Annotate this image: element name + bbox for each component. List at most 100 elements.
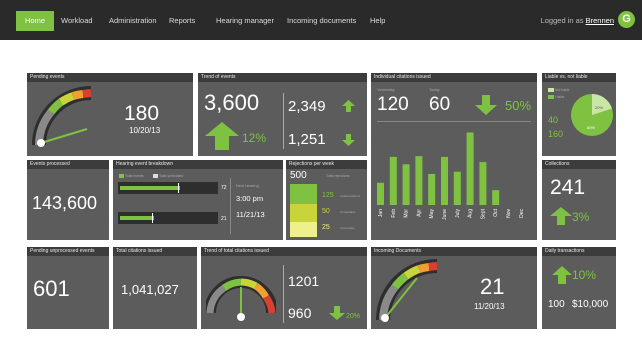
daily-value-b: $10,000 — [572, 299, 609, 310]
divider — [230, 178, 231, 234]
panel-title: Trend of total citations issued — [201, 247, 367, 256]
hearing-time: 3:00 pm — [236, 194, 264, 203]
arrow-up-icon — [552, 266, 572, 284]
trend-events-value: 3,600 — [204, 90, 260, 115]
hearing-bar-track-2 — [118, 212, 218, 224]
collections-change: 3% — [572, 210, 590, 224]
hearing-next-label: Next hearing — [236, 183, 259, 188]
trend-total-value-a: 1201 — [288, 273, 320, 289]
rejections-level-3-label: Incomplete — [340, 226, 355, 230]
rejections-level-3 — [290, 222, 317, 237]
nav-hearing-manager[interactable]: Hearing manager — [216, 16, 274, 25]
hearing-bar1-value: 72 — [221, 185, 227, 191]
panel-title: Liable vs. not liable — [542, 73, 616, 82]
hearing-bar-track-1 — [118, 182, 218, 194]
bar-oct — [492, 190, 500, 205]
rejections-max: 500 — [290, 170, 307, 181]
rejections-level-1-label: Invalid address — [340, 194, 361, 198]
trend-events-value-a: 2,349 — [288, 98, 326, 115]
citations-value-a: 120 — [377, 94, 409, 115]
divider — [283, 265, 284, 323]
legend-swatch-a — [548, 88, 554, 92]
rejections-level-2-label: Unreadable — [340, 210, 356, 214]
pie-label-b: 80% — [587, 125, 595, 130]
month-label-jan: Jan — [378, 209, 384, 217]
trend-total-panel: Trend of total citations issued 1201 960… — [201, 247, 367, 329]
month-label-feb: Feb — [391, 209, 397, 218]
hearing-legend-b: Total scheduled — [159, 174, 184, 178]
rejections-panel: Rejections per week 500 Total rejections… — [286, 160, 367, 240]
rejections-level-2-value: 50 — [322, 208, 330, 215]
rejections-level-1 — [290, 184, 317, 204]
month-label-apr: Apr — [416, 209, 422, 217]
month-label-july: July — [455, 209, 461, 218]
bar-mar — [402, 164, 410, 205]
panel-title: Incoming Documents — [371, 247, 537, 256]
liable-value-a: 40 — [548, 115, 559, 125]
panel-title: Daily transactions — [542, 247, 616, 256]
liable-pie-chart: 20% 80% — [571, 94, 613, 136]
month-label-june: June — [442, 209, 448, 220]
panel-title: Hearing event breakdown — [113, 160, 283, 169]
panel-title: Total citations issued — [113, 247, 197, 256]
trend-events-value-b: 1,251 — [288, 131, 326, 148]
month-label-oct: Oct — [493, 208, 499, 216]
logo-icon: G — [618, 11, 635, 28]
bar-feb — [389, 156, 397, 205]
incoming-value: 21 — [480, 274, 505, 299]
nav-administration[interactable]: Administration — [109, 16, 157, 25]
nav-home[interactable]: Home — [16, 11, 55, 31]
total-citations-value: 1,041,027 — [121, 282, 179, 297]
hearing-date: 11/21/13 — [236, 210, 265, 219]
pending-events-value: 180 — [124, 102, 160, 125]
month-label-may: May — [429, 209, 435, 219]
nav-help[interactable]: Help — [370, 16, 385, 25]
panel-title: Rejections per week — [286, 160, 367, 169]
nav-incoming-documents[interactable]: Incoming documents — [287, 16, 356, 25]
hearing-bar-2 — [120, 216, 154, 220]
liable-value-b: 160 — [548, 129, 564, 139]
logged-in-label: Logged in as — [540, 16, 584, 25]
hearing-panel: Hearing event breakdown Total events Tot… — [113, 160, 283, 240]
nav-reports[interactable]: Reports — [169, 16, 195, 25]
daily-panel: Daily transactions 10% 100 $10,000 — [542, 247, 616, 329]
rejections-max-label: Total rejections — [326, 174, 350, 178]
bar-june — [441, 156, 448, 205]
hearing-marker-2 — [152, 213, 153, 223]
top-nav: Home Workload Administration Reports Hea… — [0, 0, 642, 40]
divider — [283, 93, 284, 149]
rejections-stack — [290, 184, 317, 237]
rejections-level-1-value: 125 — [322, 192, 334, 199]
pending-events-gauge — [32, 86, 92, 147]
liable-panel: Liable vs. not liable Not liable Liable … — [542, 73, 616, 156]
hearing-bar2-value: 21 — [221, 216, 227, 222]
daily-change: 10% — [572, 268, 597, 282]
trend-total-value-b: 960 — [288, 305, 312, 321]
trend-events-panel: Trend of events 3,600 12% 2,349 1,251 — [198, 73, 367, 156]
month-label-nov: Nov — [506, 209, 512, 218]
events-processed-value: 143,600 — [32, 193, 98, 213]
trend-total-change: 20% — [346, 313, 361, 320]
arrow-down-icon — [329, 306, 345, 320]
pie-label-a: 20% — [595, 105, 603, 110]
pending-unprocessed-panel: Pending unprocessed events 601 — [27, 247, 109, 329]
bar-july — [453, 171, 461, 205]
hearing-marker-1 — [178, 183, 179, 193]
liable-legend-a: Not liable — [555, 88, 570, 92]
pending-events-panel: Pending events 180 10/20/13 — [27, 73, 193, 156]
month-label-sept: Sept — [480, 208, 486, 219]
hearing-bar-1 — [120, 186, 180, 190]
citations-value-b: 60 — [429, 94, 451, 115]
divider — [377, 121, 531, 122]
month-label-dec: Dec — [519, 209, 525, 218]
collections-panel: Collections 241 3% — [542, 160, 616, 240]
legend-swatch-a — [119, 174, 124, 178]
citations-label-a: Yesterday — [377, 87, 395, 92]
nav-workload[interactable]: Workload — [61, 16, 93, 25]
citations-label-b: Today — [429, 87, 440, 92]
legend-swatch-b — [548, 95, 554, 99]
panel-title: Pending events — [27, 73, 193, 82]
arrow-down-icon — [475, 95, 497, 115]
user-link[interactable]: Brennen — [586, 16, 614, 25]
trend-total-gauge — [206, 276, 276, 321]
